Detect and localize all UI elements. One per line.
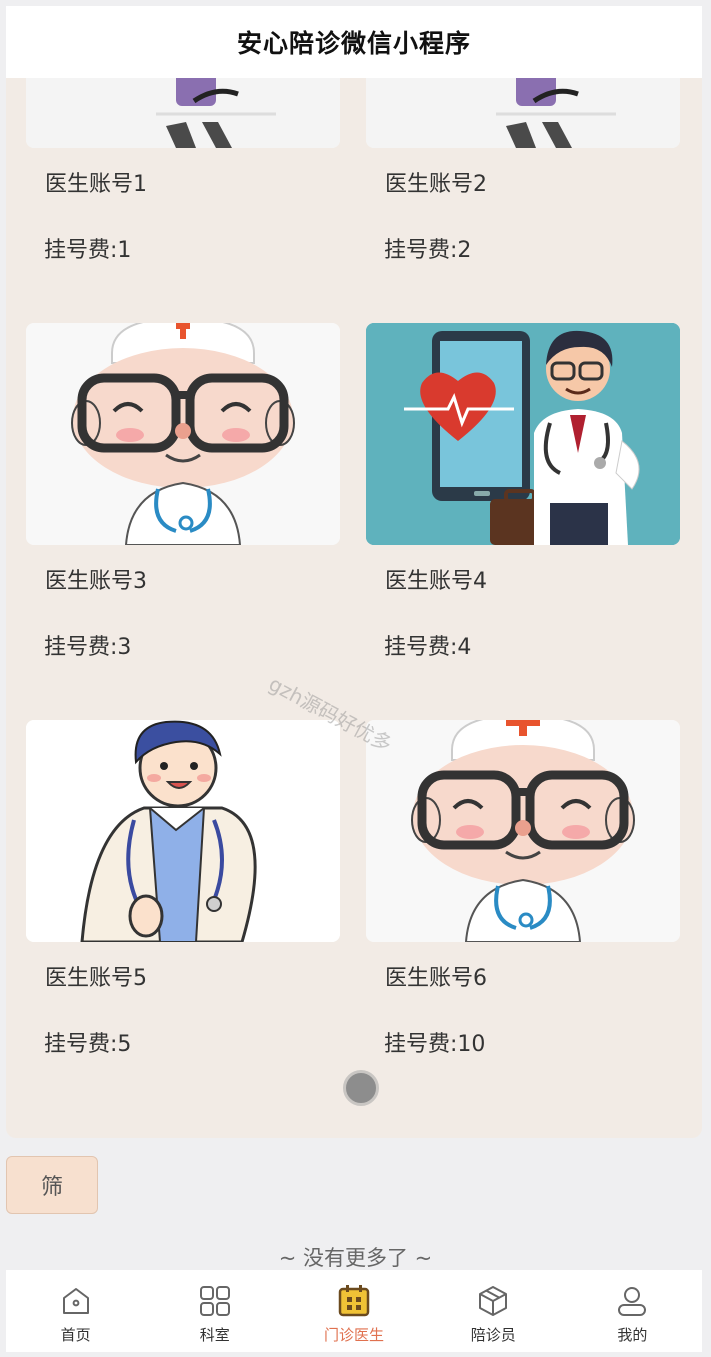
page: 安心陪诊微信小程序 医生账号1 挂号费:1 医生账号2 挂号费:2 医生账号3 … [0,0,711,1357]
doctor-fee: 挂号费:1 [44,238,132,263]
tab-label: 科室 [199,1326,230,1344]
page-title: 安心陪诊微信小程序 [236,29,471,58]
doctor-list[interactable]: 医生账号1 挂号费:1 医生账号2 挂号费:2 医生账号3 挂号费:3 医生账号… [6,78,702,1138]
doctor-avatar-image [26,720,340,942]
tab-home[interactable]: 首页 [6,1270,145,1352]
doctor-fee: 挂号费:4 [384,635,472,660]
doctor-fee: 挂号费:2 [384,238,472,263]
tab-escorts[interactable]: 陪诊员 [424,1270,563,1352]
tab-outpatient-doctors[interactable]: 门诊医生 [284,1270,423,1352]
doctor-avatar-image [26,323,340,545]
tab-departments[interactable]: 科室 [145,1270,284,1352]
doctor-name: 医生账号6 [385,966,487,991]
grid-icon [199,1286,230,1316]
tab-mine[interactable]: 我的 [563,1270,702,1352]
tab-label: 门诊医生 [324,1326,385,1344]
home-icon [62,1288,89,1314]
doctor-avatar-image [26,78,340,148]
doctor-fee: 挂号费:5 [44,1032,132,1057]
user-icon [618,1287,647,1316]
doctor-name: 医生账号5 [45,966,147,991]
doctor-avatar-image [366,720,680,942]
doctor-name: 医生账号4 [385,569,487,594]
filter-button[interactable]: 筛 [6,1156,98,1214]
doctor-avatar-image [366,323,680,545]
no-more-text: ~ 没有更多了 ~ [278,1246,433,1270]
cube-icon [479,1286,508,1316]
tab-label: 陪诊员 [470,1326,516,1344]
tab-label: 我的 [617,1326,648,1344]
doctor-fee: 挂号费:3 [44,635,132,660]
tab-label: 首页 [60,1326,91,1344]
doctor-avatar-image [366,78,680,148]
doctor-fee: 挂号费:10 [384,1032,486,1057]
doctor-name: 医生账号2 [385,172,487,197]
doctor-name: 医生账号1 [45,172,147,197]
loading-indicator [343,1070,379,1106]
calendar-icon [338,1285,370,1317]
bottom-tabbar: 首页 科室 门诊医生 陪诊员 我的 [6,1270,702,1352]
doctor-name: 医生账号3 [45,569,147,594]
header-bar: 安心陪诊微信小程序 [6,6,702,78]
